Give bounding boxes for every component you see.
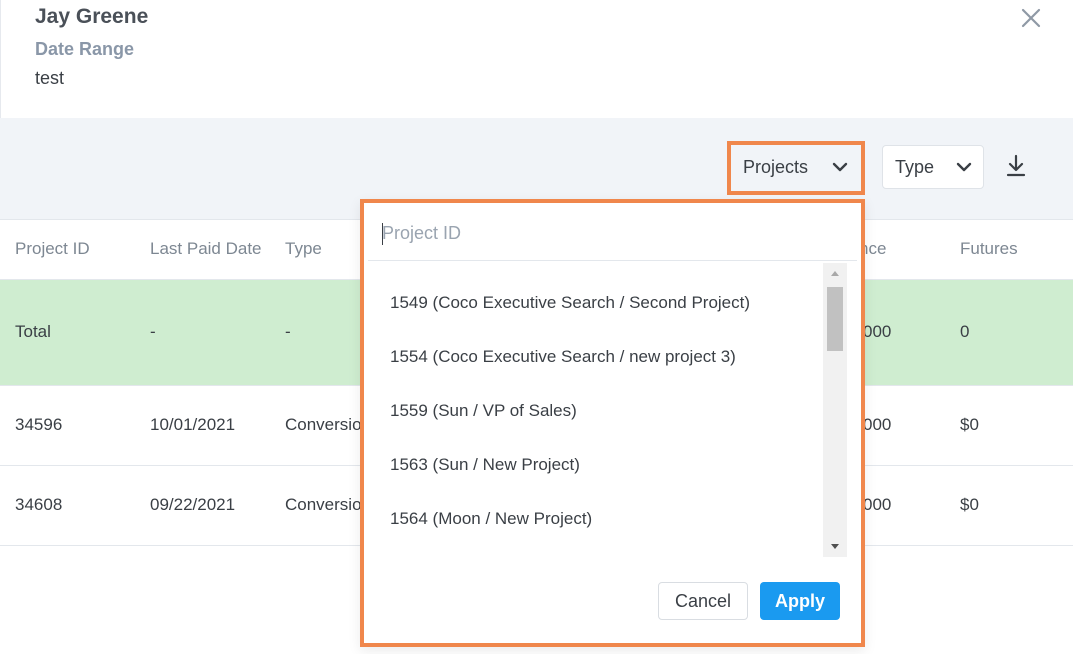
apply-button[interactable]: Apply xyxy=(760,582,840,620)
row-balance: 000 xyxy=(863,415,892,434)
download-icon[interactable] xyxy=(1004,153,1028,179)
column-header-last-paid-date[interactable]: Last Paid Date xyxy=(150,239,262,259)
scroll-down-arrow-icon[interactable] xyxy=(823,537,847,557)
person-name: Jay Greene xyxy=(35,5,149,28)
project-option[interactable]: 1549 (Coco Executive Search / Second Pro… xyxy=(390,293,750,313)
total-balance: 000 xyxy=(863,322,892,341)
close-icon[interactable] xyxy=(1017,4,1045,32)
project-option[interactable]: 1559 (Sun / VP of Sales) xyxy=(390,401,577,421)
column-header-project-id[interactable]: Project ID xyxy=(15,239,90,259)
row-futures: $0 xyxy=(960,495,979,514)
type-filter-label: Type xyxy=(895,156,935,177)
total-label: Total xyxy=(15,322,51,341)
project-id-search-input[interactable] xyxy=(368,207,857,261)
chevron-down-icon xyxy=(956,162,972,172)
row-project-id: 34608 xyxy=(15,495,63,514)
projects-dropdown: 1549 (Coco Executive Search / Second Pro… xyxy=(360,199,865,647)
row-last-paid: 09/22/2021 xyxy=(150,495,236,514)
options-scrollbar[interactable] xyxy=(823,263,847,557)
total-type: - xyxy=(285,322,291,341)
row-last-paid: 10/01/2021 xyxy=(150,415,236,434)
date-range-label: Date Range xyxy=(35,39,135,59)
total-last-paid: - xyxy=(150,322,156,341)
project-option[interactable]: 1564 (Moon / New Project) xyxy=(390,509,592,529)
type-filter-button[interactable]: Type xyxy=(882,145,984,189)
scroll-up-arrow-icon[interactable] xyxy=(823,263,847,283)
project-option[interactable]: 1554 (Coco Executive Search / new projec… xyxy=(390,347,736,367)
text-cursor xyxy=(382,223,383,245)
row-balance: 000 xyxy=(863,495,892,514)
column-header-type[interactable]: Type xyxy=(285,239,322,259)
project-option[interactable]: 1563 (Sun / New Project) xyxy=(390,455,580,475)
row-project-id: 34596 xyxy=(15,415,63,434)
scrollbar-thumb[interactable] xyxy=(827,287,843,351)
total-futures: 0 xyxy=(960,322,970,341)
row-futures: $0 xyxy=(960,415,979,434)
panel-header: Jay Greene Date Range test xyxy=(0,0,1073,118)
row-type: Conversio xyxy=(285,495,362,514)
row-type: Conversio xyxy=(285,415,362,434)
date-range-value: test xyxy=(35,68,65,88)
project-options-list: 1549 (Coco Executive Search / Second Pro… xyxy=(368,265,823,557)
cancel-button[interactable]: Cancel xyxy=(658,582,748,620)
column-header-futures[interactable]: Futures xyxy=(960,239,1018,259)
projects-highlight-frame xyxy=(727,141,865,195)
